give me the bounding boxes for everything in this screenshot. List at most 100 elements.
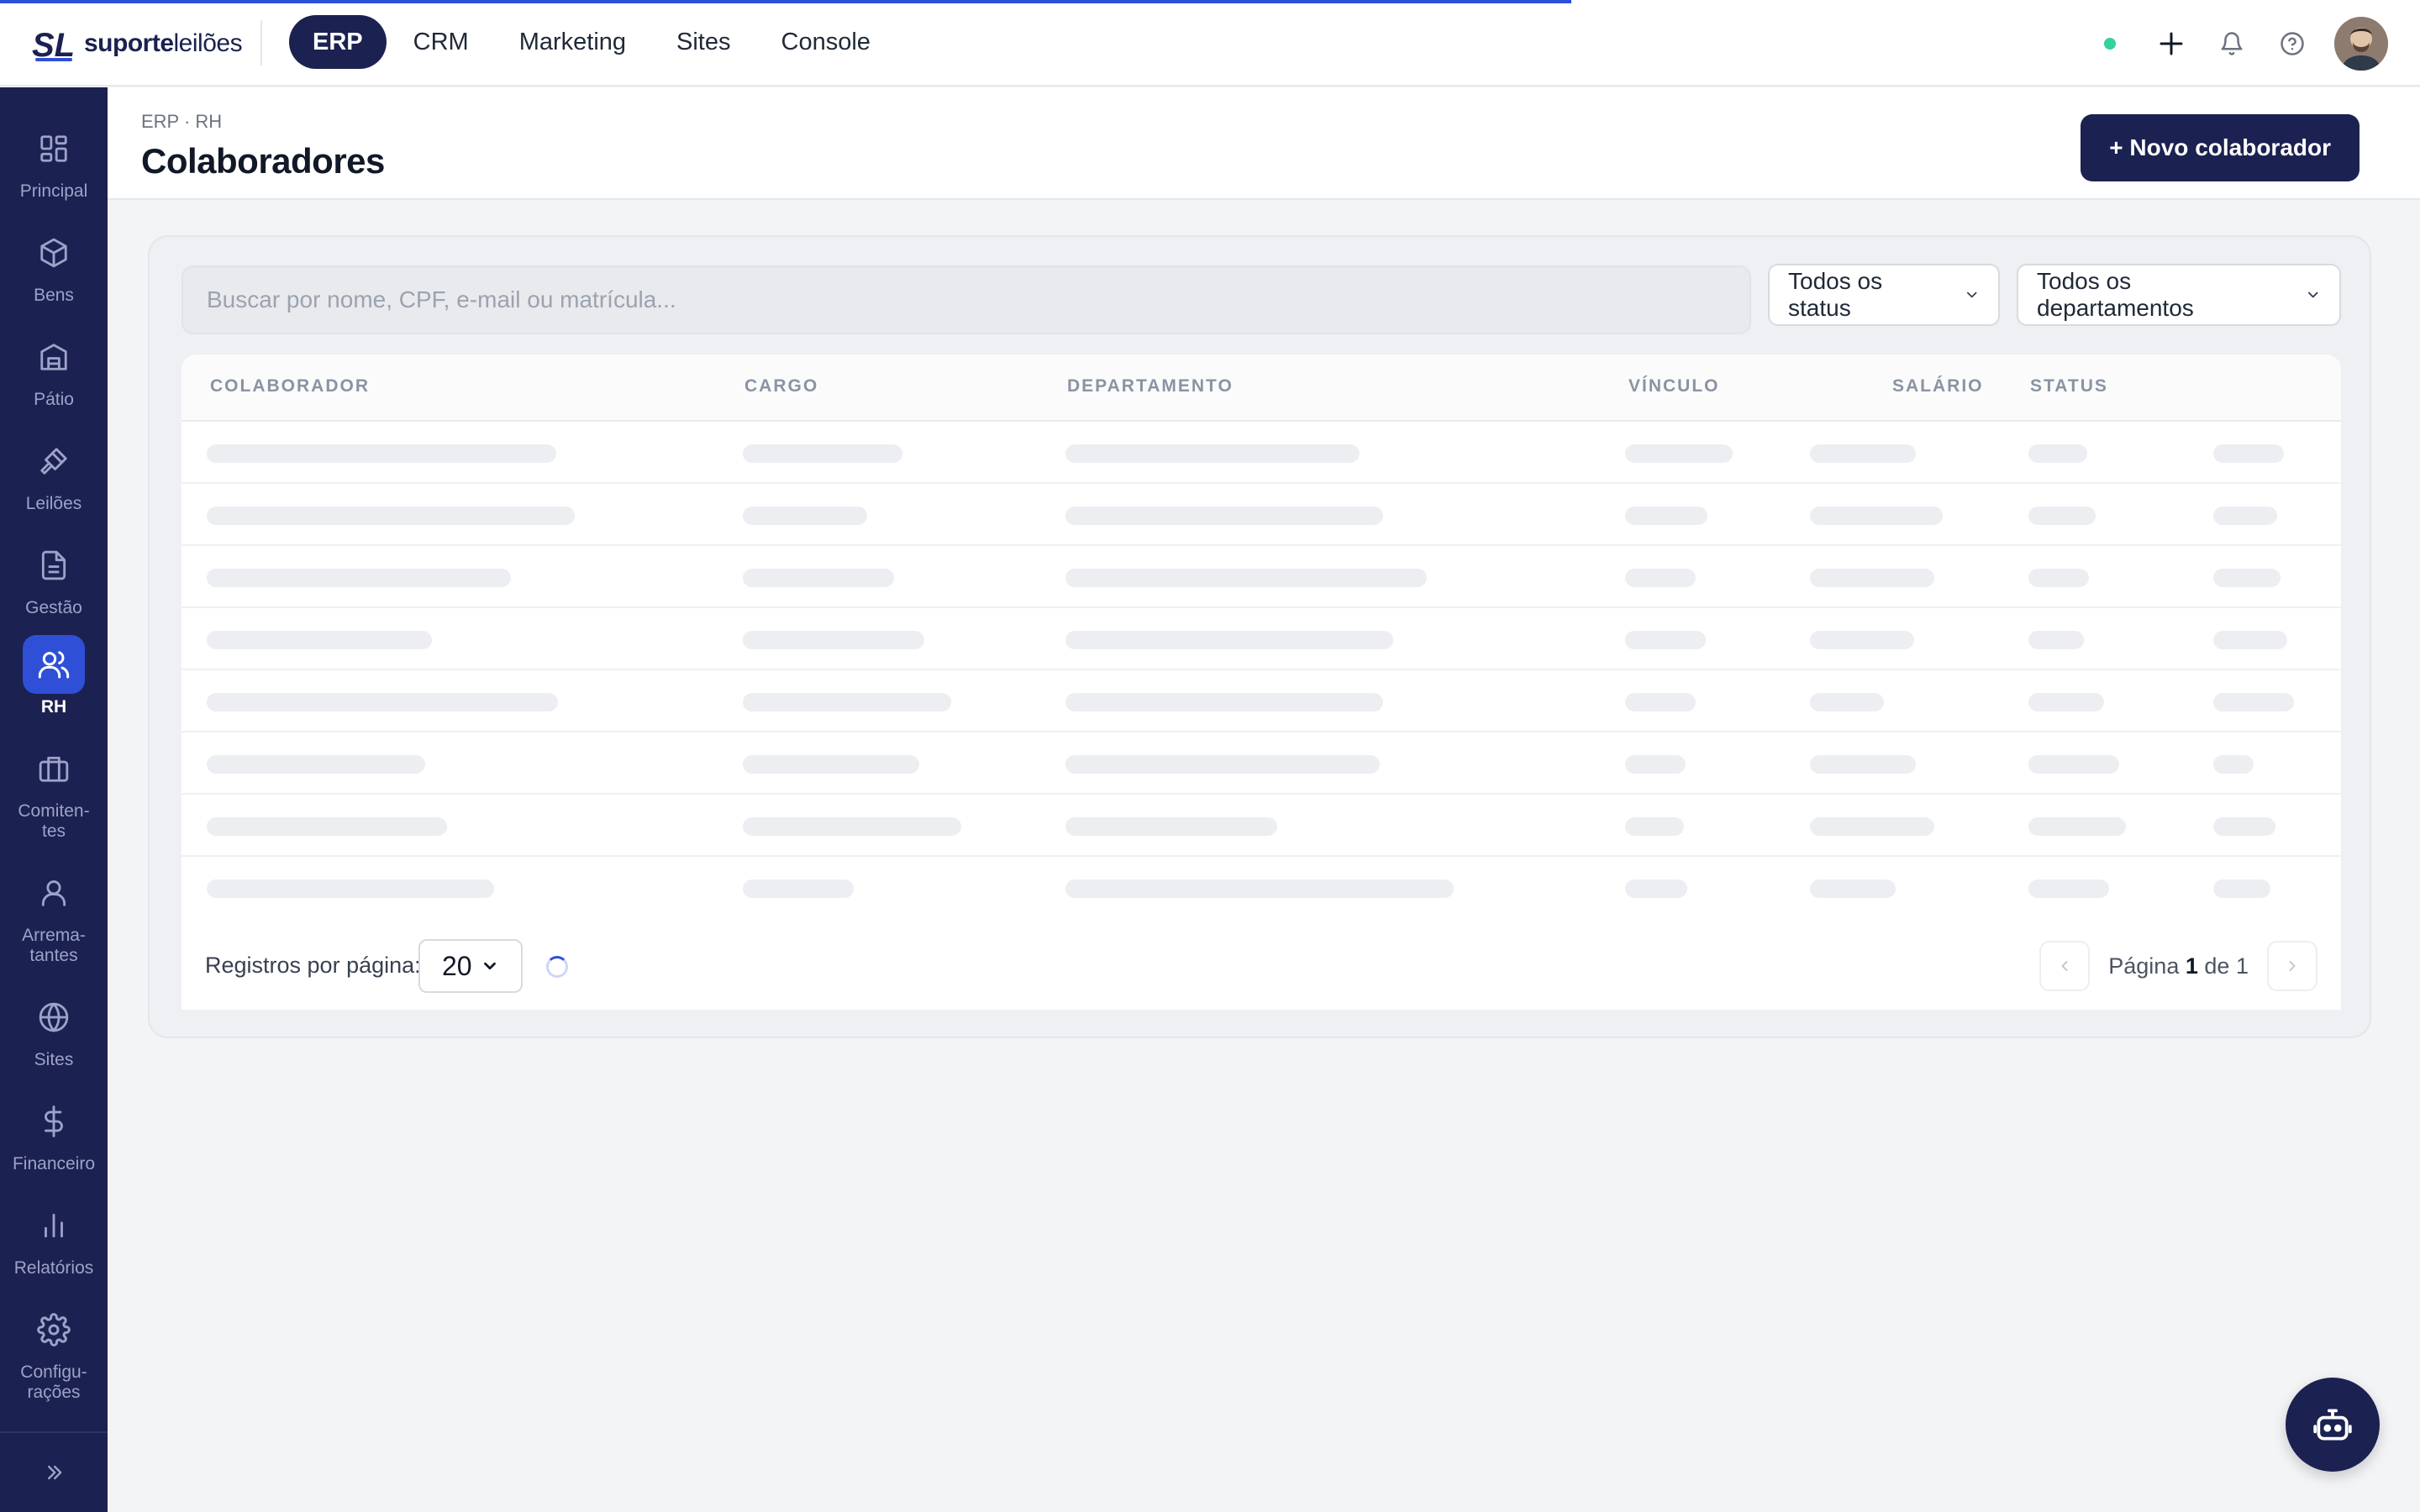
column-header-vinculo[interactable]: VÍNCULO [1628, 376, 1720, 396]
tab-erp[interactable]: ERP [289, 15, 387, 69]
assistant-chat-button[interactable] [2286, 1378, 2380, 1472]
module-tabs: ERP CRM Marketing Sites Console [289, 15, 897, 69]
sidebar-item-label: Arrema- tantes [22, 926, 86, 965]
tab-marketing[interactable]: Marketing [496, 15, 650, 69]
skeleton-bar [207, 507, 575, 525]
column-header-salario[interactable]: SALÁRIO [1892, 376, 1984, 396]
tab-crm[interactable]: CRM [390, 15, 492, 69]
bell-icon[interactable] [2213, 25, 2250, 62]
chevron-down-icon [2307, 291, 2318, 298]
skeleton-bar [2213, 569, 2281, 587]
skeleton-bar [207, 817, 447, 836]
skeleton-bar [207, 693, 558, 711]
help-circle-icon[interactable] [2274, 25, 2311, 62]
employees-card: Todos os status Todos os departamentos C… [148, 235, 2371, 1038]
sidebar-item-rh[interactable]: RH [0, 635, 108, 717]
chevron-down-icon [484, 962, 496, 970]
tab-sites[interactable]: Sites [653, 15, 754, 69]
user-avatar[interactable] [2334, 17, 2388, 71]
skeleton-bar [1810, 507, 1943, 525]
skeleton-bar [2028, 507, 2096, 525]
skeleton-bar [1810, 755, 1916, 774]
skeleton-bar [2028, 879, 2109, 898]
sidebar-item-comitentes[interactable]: Comiten- tes [0, 739, 108, 842]
table-row-skeleton [182, 484, 2341, 546]
table-row-skeleton [182, 546, 2341, 608]
skeleton-bar [1065, 755, 1380, 774]
per-page-value: 20 [442, 950, 472, 981]
department-filter-select[interactable]: Todos os departamentos [2017, 264, 2341, 326]
skeleton-bar [2213, 879, 2270, 898]
sidebar-item-configuracoes[interactable]: Configu- rações [0, 1300, 108, 1403]
logo-mark-icon: SL [32, 27, 75, 63]
table-header: COLABORADOR CARGO DEPARTAMENTO VÍNCULO S… [182, 354, 2341, 422]
plus-icon[interactable] [2153, 25, 2190, 62]
brand-logo[interactable]: SL suporteleilões [32, 24, 243, 64]
next-page-button[interactable] [2267, 941, 2317, 991]
bar-chart-icon [23, 1196, 85, 1255]
sidebar-item-label: RH [40, 697, 67, 717]
sidebar-item-label: Principal [19, 181, 88, 201]
skeleton-bar [1625, 631, 1706, 649]
per-page-select[interactable]: 20 [418, 939, 523, 993]
skeleton-bar [2028, 569, 2089, 587]
sidebar-item-label: Gestão [25, 598, 82, 617]
skeleton-bar [207, 631, 432, 649]
sidebar-item-label: Sites [34, 1050, 74, 1069]
sidebar-item-patio[interactable]: Pátio [0, 328, 108, 410]
skeleton-bar [2028, 631, 2084, 649]
employees-table: COLABORADOR CARGO DEPARTAMENTO VÍNCULO S… [182, 354, 2341, 921]
skeleton-bar [1625, 755, 1686, 774]
prev-page-button[interactable] [2039, 941, 2091, 991]
page-indicator: Página 1 de 1 [2108, 953, 2249, 979]
skeleton-bar [2213, 631, 2287, 649]
document-icon [23, 536, 85, 595]
pagination: Página 1 de 1 [2039, 941, 2317, 991]
skeleton-bar [207, 569, 511, 587]
nav-divider [260, 20, 262, 66]
sidebar-item-arrematantes[interactable]: Arrema- tantes [0, 864, 108, 966]
skeleton-bar [743, 631, 924, 649]
globe-icon [23, 988, 85, 1047]
skeleton-bar [2213, 444, 2284, 463]
skeleton-bar [2213, 693, 2294, 711]
sidebar-item-bens[interactable]: Bens [0, 223, 108, 306]
skeleton-bar [1810, 817, 1934, 836]
new-employee-button[interactable]: + Novo colaborador [2081, 114, 2360, 181]
per-page-label: Registros por página: [205, 953, 421, 978]
status-filter-select[interactable]: Todos os status [1768, 264, 2000, 326]
skeleton-bar [1065, 507, 1383, 525]
skeleton-bar [1065, 693, 1383, 711]
skeleton-bar [1625, 507, 1707, 525]
sidebar-item-financeiro[interactable]: Financeiro [0, 1092, 108, 1174]
sidebar-expand-button[interactable] [0, 1431, 108, 1512]
column-header-status[interactable]: STATUS [2030, 376, 2108, 396]
sidebar-item-label: Bens [34, 286, 74, 305]
page-loading-bar [0, 0, 1571, 3]
current-page: 1 [2185, 953, 2198, 979]
sidebar-item-leiloes[interactable]: Leilões [0, 432, 108, 514]
table-row-skeleton [182, 795, 2341, 857]
sidebar-item-gestao[interactable]: Gestão [0, 536, 108, 618]
table-footer: Registros por página: 20 Página 1 de 1 [182, 921, 2341, 1010]
sidebar-item-label: Pátio [34, 390, 74, 409]
sidebar-item-sites[interactable]: Sites [0, 988, 108, 1070]
status-online-dot [2104, 38, 2116, 50]
sidebar-item-label: Relatórios [13, 1258, 94, 1278]
skeleton-bar [743, 879, 854, 898]
search-input[interactable] [182, 265, 1751, 334]
tab-console[interactable]: Console [758, 15, 894, 69]
page-title: Colaboradores [141, 141, 385, 181]
skeleton-bar [1065, 444, 1360, 463]
sidebar-item-relatorios[interactable]: Relatórios [0, 1196, 108, 1278]
skeleton-bar [1065, 879, 1454, 898]
table-row-skeleton [182, 422, 2341, 484]
sidebar-item-principal[interactable]: Principal [0, 119, 108, 202]
column-header-departamento[interactable]: DEPARTAMENTO [1067, 376, 1234, 396]
column-header-cargo[interactable]: CARGO [744, 376, 818, 396]
column-header-colaborador[interactable]: COLABORADOR [210, 376, 370, 396]
user-icon [23, 864, 85, 922]
table-row-skeleton [182, 857, 2341, 919]
skeleton-bar [2028, 817, 2126, 836]
box-icon [23, 223, 85, 282]
